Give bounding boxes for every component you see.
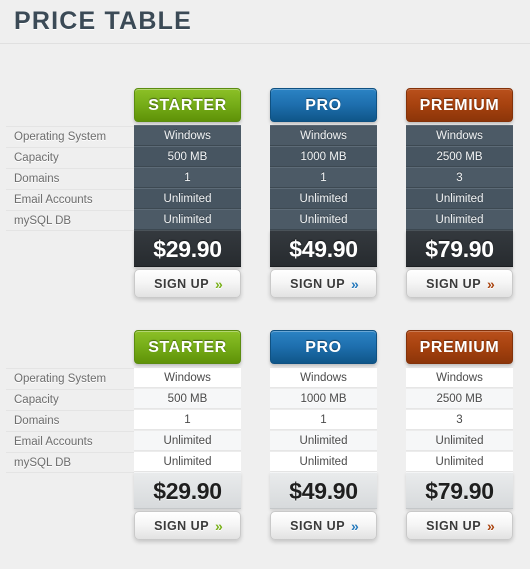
plan-price: $79.90	[406, 230, 513, 267]
plan-feature-value: 3	[406, 409, 513, 430]
plan-feature-value: Unlimited	[406, 430, 513, 451]
price-tables-root: Operating System Capacity Domains Email Acc…	[0, 44, 530, 569]
plan-feature-value: Windows	[134, 125, 241, 146]
plan-feature-value: 3	[406, 167, 513, 188]
double-chevron-right-icon: »	[215, 517, 223, 534]
double-chevron-right-icon: »	[215, 275, 223, 292]
page-header: PRICE TABLE	[0, 0, 530, 44]
plan-header-starter[interactable]: STARTER	[134, 330, 241, 364]
signup-button-premium[interactable]: SIGN UP »	[406, 511, 513, 540]
plan-feature-value: 1	[134, 409, 241, 430]
signup-button-label: SIGN UP	[426, 276, 482, 291]
plan-feature-value: Unlimited	[134, 451, 241, 472]
feature-label: Domains	[6, 410, 134, 431]
signup-button-starter[interactable]: SIGN UP »	[134, 269, 241, 298]
signup-button-pro[interactable]: SIGN UP »	[270, 269, 377, 298]
plan-feature-value: Windows	[270, 367, 377, 388]
plan-column-starter: STARTER Windows 500 MB 1 Unlimited Unlimited $…	[134, 330, 241, 540]
signup-button-label: SIGN UP	[426, 518, 482, 533]
plan-feature-value: Unlimited	[270, 188, 377, 209]
plan-feature-value: Unlimited	[134, 209, 241, 230]
plan-feature-list: Windows 2500 MB 3 Unlimited Unlimited	[406, 367, 513, 472]
plan-feature-list: Windows 1000 MB 1 Unlimited Unlimited	[270, 125, 377, 230]
plan-column-starter: STARTER Windows 500 MB 1 Unlimited Unlimited $…	[134, 88, 241, 298]
plan-feature-value: Unlimited	[406, 188, 513, 209]
plan-feature-list: Windows 500 MB 1 Unlimited Unlimited	[134, 125, 241, 230]
signup-button-label: SIGN UP	[290, 276, 346, 291]
plan-price: $29.90	[134, 472, 241, 509]
feature-label: Capacity	[6, 389, 134, 410]
plan-feature-value: Windows	[134, 367, 241, 388]
plan-column-premium: PREMIUM Windows 2500 MB 3 Unlimited Unlimited…	[406, 330, 513, 540]
double-chevron-right-icon: »	[351, 517, 359, 534]
page-title: PRICE TABLE	[14, 7, 193, 35]
feature-label: Email Accounts	[6, 189, 134, 210]
plan-price: $29.90	[134, 230, 241, 267]
feature-label: Operating System	[6, 368, 134, 389]
plan-feature-value: Windows	[406, 367, 513, 388]
feature-label-column: Operating System Capacity Domains Email Acc…	[6, 88, 134, 298]
plan-feature-value: 1	[270, 167, 377, 188]
plan-feature-value: 500 MB	[134, 146, 241, 167]
plan-feature-value: Unlimited	[406, 209, 513, 230]
plan-header-premium[interactable]: PREMIUM	[406, 88, 513, 122]
feature-label: Operating System	[6, 126, 134, 147]
plan-feature-value: Windows	[406, 125, 513, 146]
plan-feature-value: Unlimited	[406, 451, 513, 472]
plan-feature-value: Unlimited	[270, 209, 377, 230]
plan-columns: STARTER Windows 500 MB 1 Unlimited Unlimited $…	[134, 330, 513, 540]
plan-feature-value: 2500 MB	[406, 388, 513, 409]
feature-label-column: Operating System Capacity Domains Email Acc…	[6, 330, 134, 540]
plan-column-pro: PRO Windows 1000 MB 1 Unlimited Unlimited $49.…	[270, 330, 377, 540]
plan-feature-value: Windows	[270, 125, 377, 146]
price-grid: Operating System Capacity Domains Email Acc…	[0, 88, 530, 298]
plan-header-starter[interactable]: STARTER	[134, 88, 241, 122]
plan-feature-value: Unlimited	[270, 451, 377, 472]
plan-header-pro[interactable]: PRO	[270, 88, 377, 122]
signup-button-starter[interactable]: SIGN UP »	[134, 511, 241, 540]
price-table-1: Operating System Capacity Domains Email Acc…	[0, 44, 530, 308]
plan-feature-value: 1	[134, 167, 241, 188]
feature-label: Capacity	[6, 147, 134, 168]
plan-column-premium: PREMIUM Windows 2500 MB 3 Unlimited Unlimited…	[406, 88, 513, 298]
plan-feature-value: 500 MB	[134, 388, 241, 409]
signup-button-label: SIGN UP	[154, 518, 210, 533]
plan-columns: STARTER Windows 500 MB 1 Unlimited Unlimited $…	[134, 88, 513, 298]
plan-column-pro: PRO Windows 1000 MB 1 Unlimited Unlimited $49.…	[270, 88, 377, 298]
plan-feature-value: Unlimited	[134, 188, 241, 209]
plan-feature-list: Windows 1000 MB 1 Unlimited Unlimited	[270, 367, 377, 472]
plan-feature-value: 1000 MB	[270, 146, 377, 167]
plan-price: $49.90	[270, 472, 377, 509]
plan-feature-list: Windows 2500 MB 3 Unlimited Unlimited	[406, 125, 513, 230]
signup-button-label: SIGN UP	[154, 276, 210, 291]
plan-price: $49.90	[270, 230, 377, 267]
plan-feature-value: 2500 MB	[406, 146, 513, 167]
plan-feature-value: 1000 MB	[270, 388, 377, 409]
plan-feature-value: Unlimited	[270, 430, 377, 451]
plan-feature-value: Unlimited	[134, 430, 241, 451]
double-chevron-right-icon: »	[487, 275, 495, 292]
plan-feature-value: 1	[270, 409, 377, 430]
feature-label: mySQL DB	[6, 452, 134, 473]
feature-label: mySQL DB	[6, 210, 134, 231]
price-grid: Operating System Capacity Domains Email Acc…	[0, 330, 530, 540]
plan-feature-list: Windows 500 MB 1 Unlimited Unlimited	[134, 367, 241, 472]
signup-button-label: SIGN UP	[290, 518, 346, 533]
price-table-2: Operating System Capacity Domains Email Acc…	[0, 308, 530, 569]
feature-label: Domains	[6, 168, 134, 189]
signup-button-pro[interactable]: SIGN UP »	[270, 511, 377, 540]
feature-label: Email Accounts	[6, 431, 134, 452]
plan-header-premium[interactable]: PREMIUM	[406, 330, 513, 364]
signup-button-premium[interactable]: SIGN UP »	[406, 269, 513, 298]
plan-price: $79.90	[406, 472, 513, 509]
double-chevron-right-icon: »	[487, 517, 495, 534]
plan-header-pro[interactable]: PRO	[270, 330, 377, 364]
double-chevron-right-icon: »	[351, 275, 359, 292]
